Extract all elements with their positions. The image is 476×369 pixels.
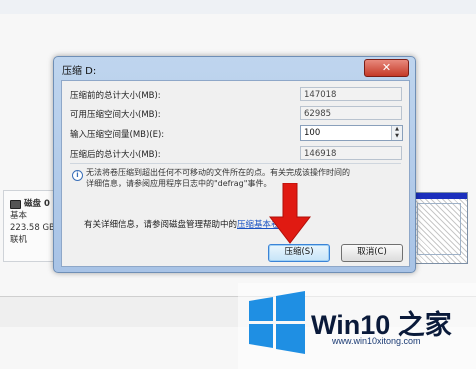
info-line-2: 详细信息，请参阅应用程序日志中的"defrag"事件。 xyxy=(86,179,272,188)
partition-block[interactable] xyxy=(410,192,468,264)
divider xyxy=(70,163,401,164)
dialog-content: 压缩前的总计大小(MB): 147018 可用压缩空间大小(MB): 62985… xyxy=(61,80,410,267)
total-before-value: 147018 xyxy=(300,87,402,101)
help-text: 有关详细信息，请参阅磁盘管理帮助中的压缩基本卷 xyxy=(84,218,280,230)
watermark-url: www.win10xitong.com xyxy=(332,336,421,346)
info-line-1: 无法将卷压缩到超出任何不可移动的文件所在的点。有关完成该操作时间的 xyxy=(86,168,350,177)
disk-status: 联机 xyxy=(10,235,28,245)
windows-logo-icon xyxy=(249,291,305,354)
total-after-value: 146918 xyxy=(300,146,402,160)
shrink-amount-label: 输入压缩空间量(MB)(E): xyxy=(70,130,165,140)
shrink-amount-value: 100 xyxy=(304,128,321,138)
shrink-dialog: 压缩 D: ✕ 压缩前的总计大小(MB): 147018 可用压缩空间大小(MB… xyxy=(53,56,416,273)
dialog-title: 压缩 D: xyxy=(62,66,97,77)
shrink-amount-spinner[interactable]: ▲ ▼ xyxy=(391,126,402,140)
info-icon: i xyxy=(72,170,83,181)
red-arrow-icon xyxy=(268,183,312,244)
disk-type: 基本 xyxy=(10,211,28,221)
total-before-label: 压缩前的总计大小(MB): xyxy=(70,91,161,101)
cancel-button[interactable]: 取消(C) xyxy=(341,244,403,262)
available-space-label: 可用压缩空间大小(MB): xyxy=(70,110,161,120)
spin-down-icon[interactable]: ▼ xyxy=(392,133,402,140)
disk-icon xyxy=(10,199,21,209)
disk-size: 223.58 GB xyxy=(10,223,55,233)
info-message: 无法将卷压缩到超出任何不可移动的文件所在的点。有关完成该操作时间的 详细信息，请… xyxy=(86,167,391,189)
help-prefix: 有关详细信息，请参阅磁盘管理帮助中的 xyxy=(84,220,238,230)
total-after-label: 压缩后的总计大小(MB): xyxy=(70,150,161,160)
shrink-amount-input[interactable]: 100 ▲ ▼ xyxy=(300,125,403,141)
compress-button[interactable]: 压缩(S) xyxy=(268,244,330,262)
available-space-value: 62985 xyxy=(300,106,402,120)
close-button[interactable]: ✕ xyxy=(364,59,409,77)
disk-name: 磁盘 0 xyxy=(24,199,50,209)
disk-info: 磁盘 0 基本 223.58 GB 联机 xyxy=(10,198,55,246)
spin-up-icon[interactable]: ▲ xyxy=(392,126,402,133)
background-toolbar xyxy=(0,0,476,15)
